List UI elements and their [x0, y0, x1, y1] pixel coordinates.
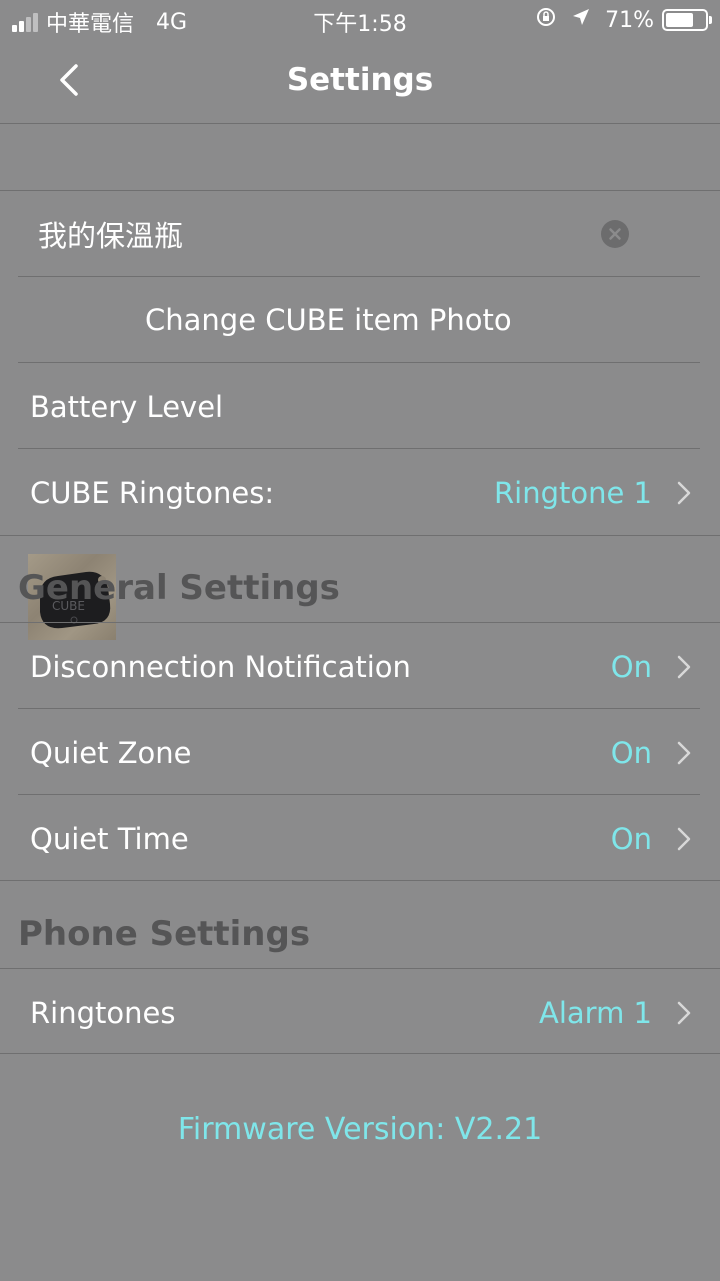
battery-percent: 71%	[605, 7, 654, 33]
status-bar: 中華電信 4G 下午1:58 71%	[0, 0, 720, 40]
divider	[18, 448, 700, 449]
quiet-time-label: Quiet Time	[30, 822, 189, 856]
item-name-input[interactable]	[38, 212, 578, 256]
battery-level-label: Battery Level	[30, 390, 224, 424]
disconnection-notification-row[interactable]: Disconnection Notification On	[0, 624, 720, 710]
orientation-lock-icon	[535, 6, 557, 34]
chevron-right-icon	[677, 827, 691, 851]
phone-ringtones-label: Ringtones	[30, 996, 176, 1030]
divider	[18, 794, 700, 795]
chevron-right-icon	[677, 481, 691, 505]
nav-bar: Settings	[0, 40, 720, 124]
page-title: Settings	[286, 62, 434, 98]
change-photo-label: Change CUBE item Photo	[145, 303, 512, 337]
quiet-time-row[interactable]: Quiet Time On	[0, 796, 720, 882]
divider	[18, 708, 700, 709]
divider	[0, 968, 720, 969]
phone-ringtones-value: Alarm 1	[539, 996, 652, 1030]
chevron-right-icon	[677, 741, 691, 765]
clear-icon	[609, 228, 621, 240]
change-photo-row[interactable]: CUBE Change CUBE item Photo	[0, 277, 720, 640]
quiet-time-value: On	[610, 822, 652, 856]
divider	[0, 190, 720, 191]
cube-ringtones-row[interactable]: CUBE Ringtones: Ringtone 1	[0, 450, 720, 536]
phone-settings-header: Phone Settings	[18, 914, 311, 954]
status-right: 71%	[535, 6, 712, 34]
cube-ringtones-value: Ringtone 1	[494, 476, 652, 510]
chevron-right-icon	[677, 655, 691, 679]
firmware-version: Firmware Version: V2.21	[177, 1112, 543, 1147]
divider	[0, 880, 720, 881]
chevron-right-icon	[677, 1001, 691, 1025]
quiet-zone-row[interactable]: Quiet Zone On	[0, 710, 720, 796]
divider	[0, 622, 720, 623]
quiet-zone-label: Quiet Zone	[30, 736, 192, 770]
disconnection-notification-value: On	[610, 650, 652, 684]
disconnection-notification-label: Disconnection Notification	[30, 650, 411, 684]
divider	[0, 535, 720, 536]
quiet-zone-value: On	[610, 736, 652, 770]
phone-ringtones-row[interactable]: Ringtones Alarm 1	[0, 970, 720, 1056]
cube-ringtones-label: CUBE Ringtones:	[30, 476, 275, 510]
divider	[0, 1053, 720, 1054]
battery-level-row[interactable]: Battery Level	[0, 364, 720, 450]
battery-icon	[662, 9, 712, 31]
clear-button[interactable]	[601, 220, 629, 248]
general-settings-header: General Settings	[18, 568, 340, 608]
divider	[18, 362, 700, 363]
location-arrow-icon	[571, 7, 591, 33]
